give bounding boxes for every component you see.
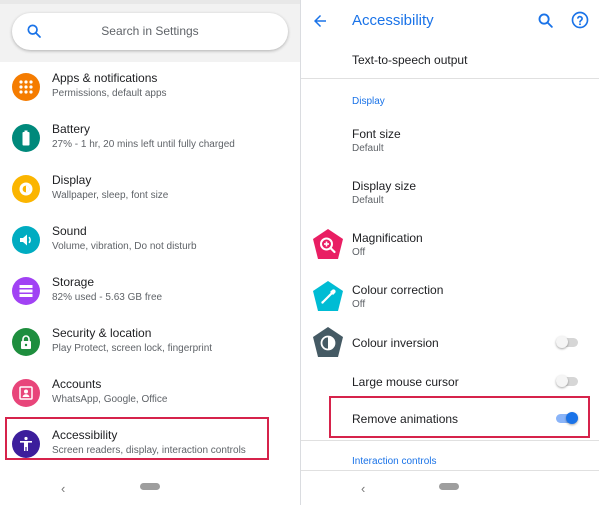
row-display-size[interactable]: Display size Default — [301, 170, 599, 218]
colour-inversion-toggle[interactable] — [556, 336, 578, 348]
settings-item-apps[interactable]: Apps & notifications Permissions, defaul… — [0, 64, 300, 115]
section-divider — [301, 440, 599, 441]
apps-grid-icon — [12, 73, 40, 101]
settings-item-sound[interactable]: Sound Volume, vibration, Do not disturb — [0, 217, 300, 268]
row-title: Display size — [352, 179, 417, 193]
settings-item-display[interactable]: Display Wallpaper, sleep, font size — [0, 166, 300, 217]
back-arrow-icon[interactable] — [311, 12, 329, 30]
item-title: Security & location — [52, 326, 152, 340]
eyedropper-icon — [313, 281, 343, 311]
search-placeholder: Search in Settings — [101, 24, 199, 38]
toggle-thumb — [556, 336, 568, 348]
row-subtitle: Off — [352, 247, 366, 258]
settings-panel: Search in Settings Apps & notifications … — [0, 0, 300, 505]
nav-home-button[interactable] — [140, 483, 160, 490]
nav-home-button[interactable] — [439, 483, 459, 490]
item-title: Storage — [52, 275, 95, 289]
app-bar: Accessibility — [301, 0, 599, 42]
row-magnification[interactable]: Magnification Off — [301, 222, 599, 270]
row-subtitle: Default — [352, 195, 384, 206]
item-title: Sound — [52, 224, 87, 238]
row-title: Magnification — [352, 231, 423, 245]
search-icon[interactable] — [537, 12, 554, 29]
section-divider — [301, 78, 599, 79]
row-colour-inversion[interactable]: Colour inversion — [301, 326, 599, 362]
lock-icon — [12, 328, 40, 356]
nav-back-button[interactable]: ‹ — [361, 481, 365, 496]
section-header-interaction: Interaction controls — [352, 456, 437, 467]
item-subtitle: Wallpaper, sleep, font size — [52, 190, 169, 201]
navigation-bar: ‹ — [0, 469, 300, 505]
item-title: Battery — [52, 122, 91, 136]
large-mouse-cursor-toggle[interactable] — [556, 375, 578, 387]
row-subtitle: Default — [352, 143, 384, 154]
row-title: Text-to-speech output — [352, 53, 468, 67]
row-text-to-speech[interactable]: Text-to-speech output — [301, 42, 599, 78]
colour-inversion-icon — [313, 327, 343, 357]
settings-item-security[interactable]: Security & location Play Protect, screen… — [0, 319, 300, 370]
account-icon — [12, 379, 40, 407]
item-subtitle: Volume, vibration, Do not disturb — [52, 241, 197, 252]
magnification-icon — [313, 229, 343, 259]
row-title: Large mouse cursor — [352, 375, 459, 389]
storage-icon — [12, 277, 40, 305]
highlight-box — [329, 396, 590, 438]
battery-icon — [12, 124, 40, 152]
item-title: Display — [52, 173, 92, 187]
settings-item-storage[interactable]: Storage 82% used - 5.63 GB free — [0, 268, 300, 319]
row-title: Colour inversion — [352, 336, 439, 350]
item-subtitle: Play Protect, screen lock, fingerprint — [52, 343, 213, 354]
item-subtitle: WhatsApp, Google, Office — [52, 394, 168, 405]
highlight-box — [5, 417, 269, 460]
settings-item-battery[interactable]: Battery 27% - 1 hr, 20 mins left until f… — [0, 115, 300, 166]
navigation-bar: ‹ — [301, 469, 599, 505]
item-subtitle: Permissions, default apps — [52, 88, 167, 99]
row-title: Colour correction — [352, 283, 444, 297]
item-title: Accounts — [52, 377, 102, 391]
section-header-display: Display — [352, 96, 385, 107]
row-title: Font size — [352, 127, 401, 141]
item-subtitle: 27% - 1 hr, 20 mins left until fully cha… — [52, 139, 235, 150]
settings-item-accounts[interactable]: Accounts WhatsApp, Google, Office — [0, 370, 300, 421]
page-title: Accessibility — [352, 12, 434, 29]
toggle-thumb — [556, 375, 568, 387]
search-area: Search in Settings — [0, 4, 300, 62]
search-bar[interactable]: Search in Settings — [12, 13, 288, 50]
accessibility-panel: Accessibility Text-to-speech output Disp… — [301, 0, 599, 505]
row-colour-correction[interactable]: Colour correction Off — [301, 274, 599, 322]
item-title: Apps & notifications — [52, 71, 158, 85]
item-subtitle: 82% used - 5.63 GB free — [52, 292, 163, 303]
nav-back-button[interactable]: ‹ — [61, 481, 65, 496]
volume-icon — [12, 226, 40, 254]
row-subtitle: Off — [352, 299, 366, 310]
row-font-size[interactable]: Font size Default — [301, 118, 599, 166]
row-large-mouse-cursor[interactable]: Large mouse cursor — [301, 364, 599, 398]
help-icon[interactable] — [571, 11, 589, 29]
brightness-icon — [12, 175, 40, 203]
